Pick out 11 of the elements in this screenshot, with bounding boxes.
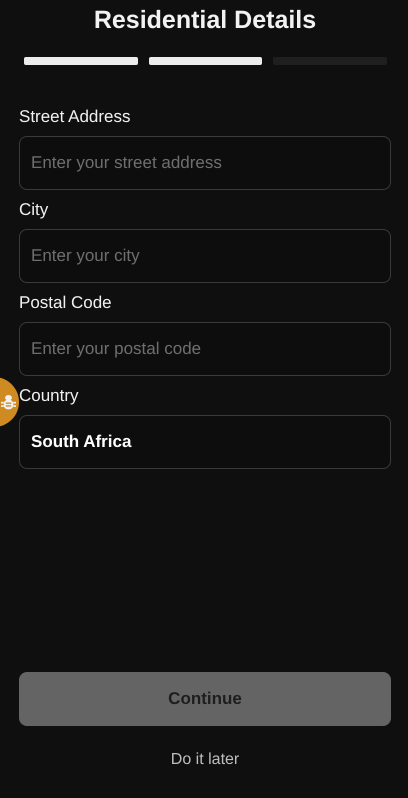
input-field[interactable]: South Africa — [19, 415, 391, 469]
do-it-later-link[interactable]: Do it later — [170, 750, 240, 770]
bug-icon — [1, 394, 16, 410]
field-label: Country — [19, 386, 79, 406]
field-label: Street Address — [19, 107, 131, 127]
input-field[interactable]: Enter your street address — [19, 136, 391, 190]
field-label: Postal Code — [19, 293, 112, 313]
page-title: Residential Details — [92, 5, 318, 36]
input-field[interactable]: Enter your city — [19, 229, 391, 283]
input-field[interactable]: Enter your postal code — [19, 322, 391, 376]
field-label: City — [19, 200, 48, 220]
